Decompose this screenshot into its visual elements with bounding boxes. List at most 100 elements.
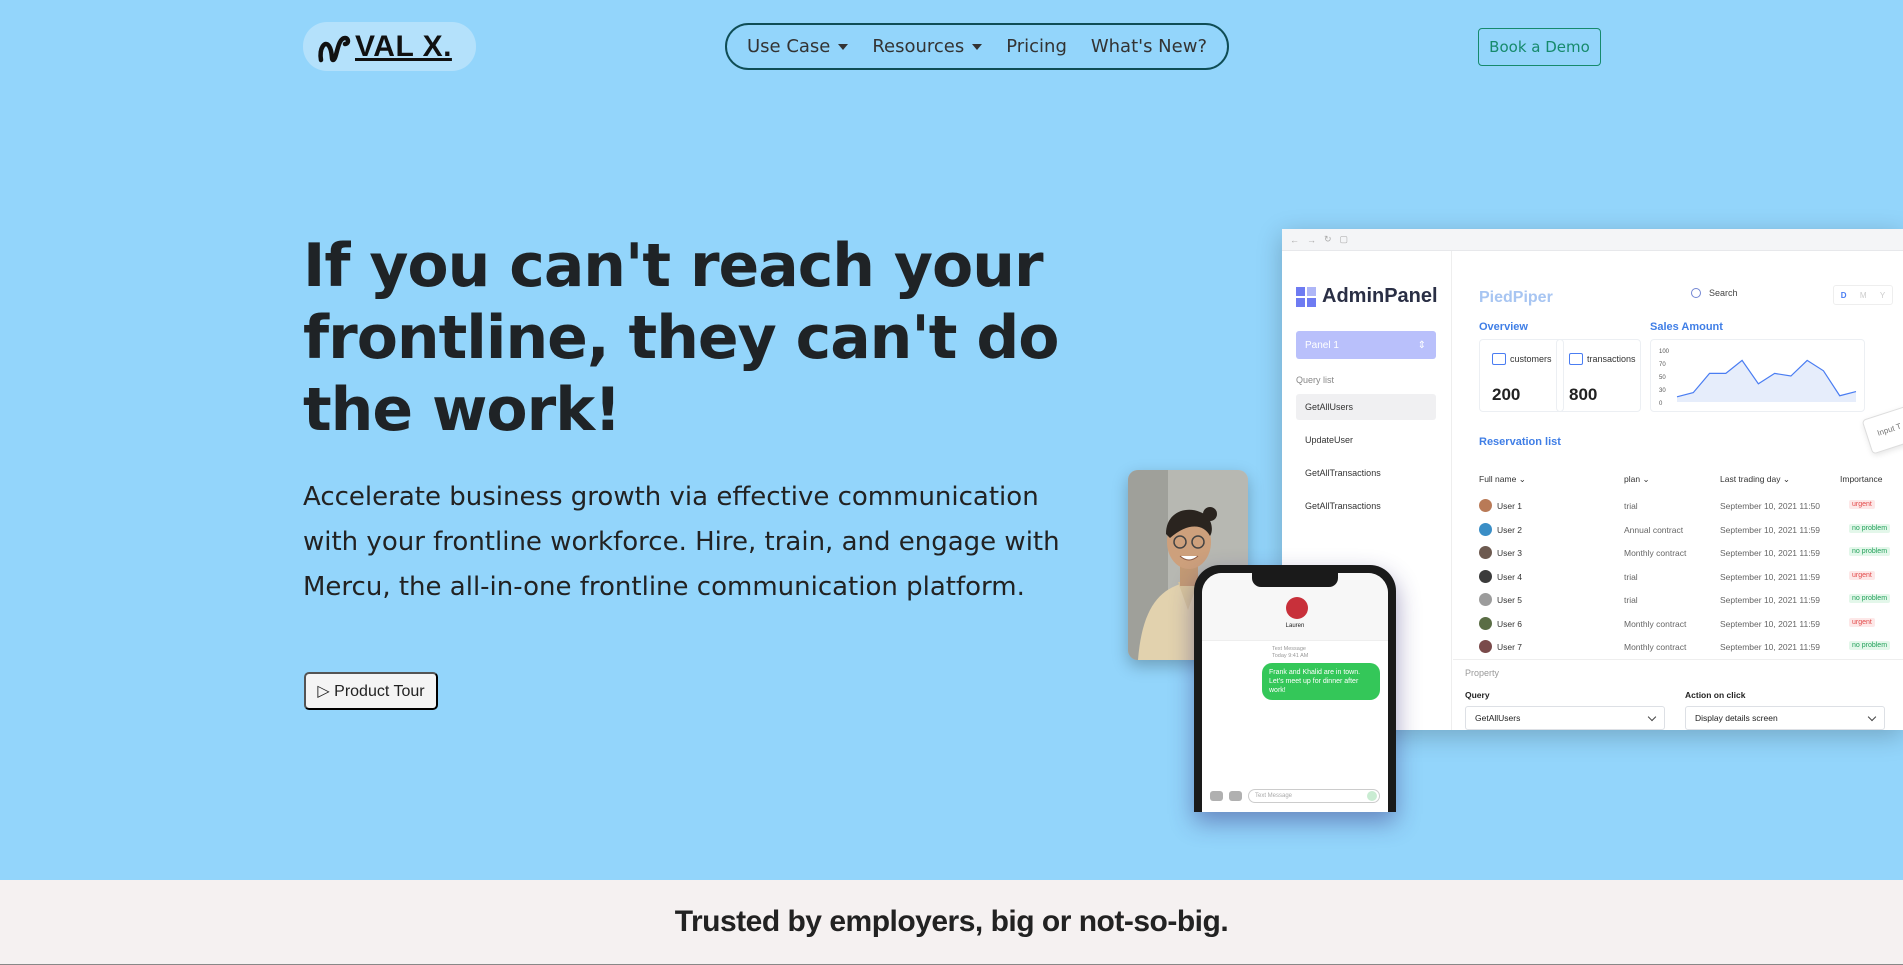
cell-name: User 2 [1497,524,1523,535]
logo-text: VAL X. [355,29,452,63]
column-header: Importance [1840,474,1883,484]
kpi-label: transactions [1587,354,1636,364]
cell-plan: Annual contract [1624,524,1684,535]
cell-plan: Monthly contract [1624,548,1687,558]
cell-name: User 5 [1497,595,1523,605]
admin-title: PiedPiper [1479,289,1553,306]
status-badge: no problem [1849,594,1891,603]
cell-date: September 10, 2021 11:59 [1720,618,1821,629]
back-icon: ← [1290,234,1299,245]
chevron-down-icon [1647,712,1657,721]
cell-plan: Monthly contract [1624,642,1687,652]
query-item: UpdateUser [1305,435,1354,445]
avatar [1479,569,1492,583]
message-bubble: Frank and Khalid are in town. Let's meet… [1262,663,1380,700]
cell-name: User 3 [1497,548,1523,558]
admin-logo-icon [1296,286,1316,307]
caret-down-icon [972,43,983,50]
table-row: User 6 Monthly contract September 10, 2021… [1479,613,1899,636]
cell-plan: trial [1624,571,1638,582]
column-header: Last trading day ⌄ [1720,474,1790,484]
status-badge: urgent [1849,570,1875,580]
site-logo[interactable]: VAL X. [303,22,476,71]
status-badge: no problem [1849,523,1891,533]
column-label: plan [1624,474,1641,484]
axis-tick-label: 0 [1659,401,1663,407]
product-tour-button[interactable]: ▷ Product Tour [304,672,438,710]
message-placeholder: Text Message [1255,793,1293,799]
cell-date: September 10, 2021 11:59 [1720,595,1821,605]
nav-item-pricing[interactable]: Pricing [1006,36,1067,57]
avatar [1479,546,1492,559]
cell-name: User 7 [1497,642,1523,652]
nav-item-whats-new[interactable]: What's New? [1091,36,1207,57]
hero-title: If you can't reach your frontline, they … [303,231,1060,445]
contact-name: Lauren [1285,623,1305,629]
action-field-label: Action on click [1685,690,1746,700]
column-label: Full name [1479,474,1517,484]
kpi-value: 800 [1569,385,1598,404]
kpi-card: customers 200 [1479,339,1564,412]
kpi-card: transactions 800 [1556,339,1641,412]
forward-icon: → [1307,234,1316,245]
status-badge: urgent [1849,617,1875,627]
table-row: User 3 Monthly contract September 10, 2021… [1479,542,1899,565]
meta-line: Text Message [1272,646,1306,652]
nav-item-label: Pricing [1006,36,1067,57]
cell-name: User 4 [1497,571,1523,582]
sales-heading: Sales Amount [1650,321,1723,333]
table-row: User 7 Monthly contract September 10, 2021… [1479,636,1899,659]
avatar [1479,522,1492,536]
sales-chart: 100 70 50 30 0 [1650,339,1865,412]
kpi-value: 200 [1492,385,1521,404]
column-label: Last trading day [1720,474,1781,484]
avatar [1479,593,1492,606]
cell-name: User 1 [1497,501,1523,511]
query-list-label: Query list [1296,375,1335,385]
hero-description: Accelerate business growth via effective… [303,482,1060,602]
message-input-bar: Text Message [1210,788,1380,804]
cell-date: September 10, 2021 11:59 [1720,571,1821,582]
range-option: Y [1879,290,1886,300]
cell-date: September 10, 2021 11:50 [1720,501,1821,511]
admin-search: Search [1691,288,1738,298]
trusted-heading: Trusted by employers, big or not-so-big. [674,905,1229,938]
bar-chart-icon [1569,353,1583,365]
property-panel: Property Query GetAllUsers Action on cli… [1453,659,1903,730]
column-label: Importance [1840,474,1883,484]
range-toggle: D M Y [1833,285,1893,305]
chevron-down-icon [1867,712,1877,721]
axis-tick-label: 30 [1659,388,1666,394]
panel-select-value: Panel 1 [1305,339,1339,351]
logo-mark-icon [318,35,351,62]
overview-heading: Overview [1479,321,1528,333]
cell-date: September 10, 2021 11:59 [1720,524,1821,535]
nav-item-label: Resources [872,36,965,57]
nav-item-label: What's New? [1090,36,1207,57]
panel-select: Panel 1 ⇕ [1296,331,1436,359]
status-badge: no problem [1849,641,1891,650]
sales-line-chart: 100 70 50 30 0 [1659,349,1857,407]
table-row: User 1 trial September 10, 2021 11:50 urgen… [1479,495,1899,518]
table-row: User 2 Annual contract September 10, 2021 … [1479,519,1899,542]
book-demo-button[interactable]: Book a Demo [1478,28,1601,66]
nav-item-resources[interactable]: Resources [872,36,983,57]
table-row: User 4 trial September 10, 2021 11:59 urgen… [1479,566,1899,589]
caret-down-icon [838,43,849,50]
status-badge: urgent [1849,500,1875,509]
message-meta: Text Message Today 9:41 AM [1272,646,1308,660]
cell-date: September 10, 2021 11:59 [1720,642,1821,652]
query-select-value: GetAllUsers [1475,713,1521,723]
phone-screen: Lauren Text Message Today 9:41 AM Frank … [1202,573,1388,812]
phone-notch [1252,573,1338,587]
column-header: Full name ⌄ [1479,474,1526,484]
nav-item-use-case[interactable]: Use Case [747,36,849,57]
appstore-icon [1229,791,1242,801]
cell-plan: trial [1624,501,1638,511]
reload-icon: ↻ [1324,234,1332,244]
property-label: Property [1465,668,1500,678]
bar-chart-icon [1492,353,1506,365]
cell-plan: Monthly contract [1624,618,1687,629]
send-icon [1367,791,1377,801]
query-item: GetAllTransactions [1305,501,1381,511]
